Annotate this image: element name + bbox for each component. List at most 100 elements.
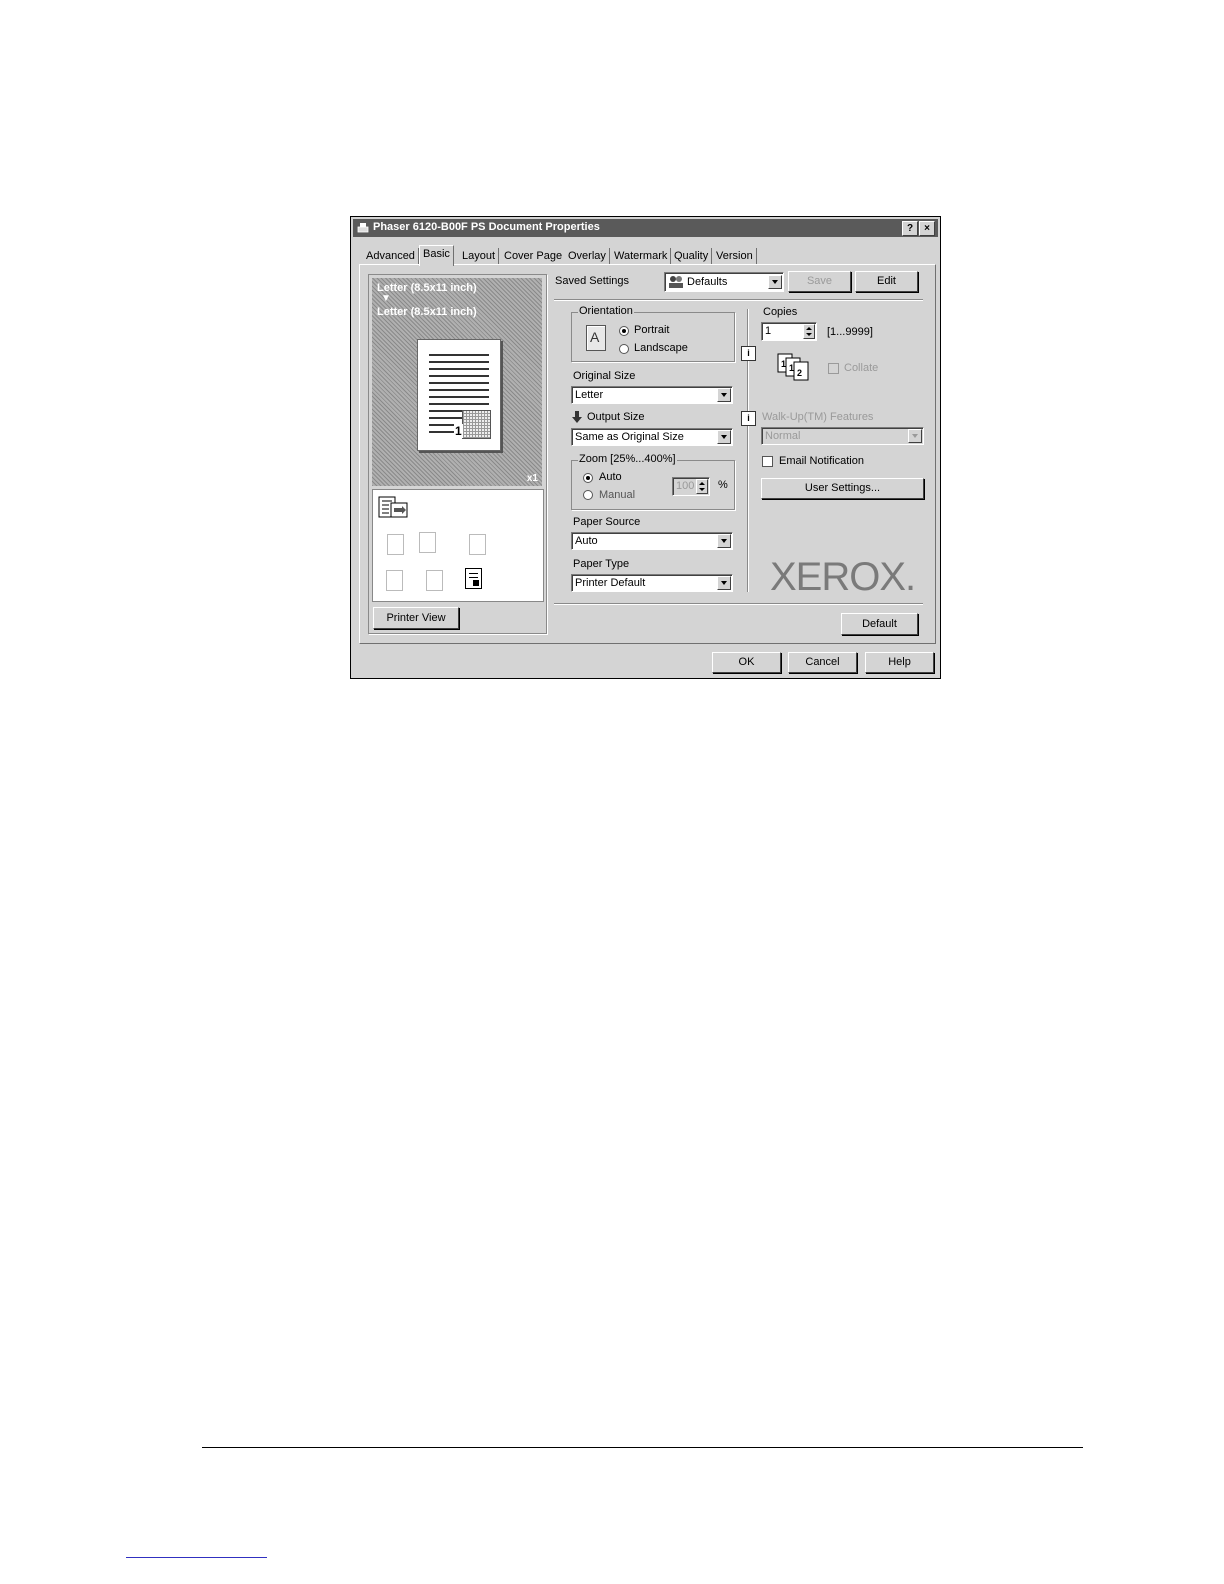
svg-text:1: 1: [781, 359, 786, 369]
chevron-down-icon: [717, 576, 731, 590]
chevron-down-icon: [768, 275, 782, 289]
svg-text:2: 2: [797, 368, 802, 378]
chevron-down-icon: [717, 430, 731, 444]
defaults-icon: [669, 276, 683, 288]
finishing-view-icon-3[interactable]: [465, 568, 482, 589]
original-size-label: Original Size: [573, 370, 636, 382]
zoom-auto-radio[interactable]: [583, 473, 593, 483]
save-button[interactable]: Save: [788, 271, 851, 292]
portrait-page-icon: A: [586, 325, 606, 351]
copies-value: 1: [765, 325, 772, 337]
svg-text:1: 1: [789, 363, 794, 373]
edit-button[interactable]: Edit: [855, 271, 918, 292]
cancel-button[interactable]: Cancel: [788, 652, 857, 673]
collate-icon: 1 1 2: [777, 353, 809, 381]
original-size-value: Letter: [575, 389, 604, 401]
email-notification-checkbox[interactable]: [762, 456, 773, 467]
output-arrow-icon: [572, 411, 582, 423]
bottom-separator: [554, 603, 923, 605]
tab-version[interactable]: Version: [713, 248, 757, 264]
email-notification-label: Email Notification: [779, 455, 864, 467]
document-view-icon[interactable]: [378, 496, 410, 520]
chevron-down-icon: [908, 429, 922, 443]
paper-type-label: Paper Type: [573, 558, 630, 570]
orientation-group: Orientation A Portrait Landscape: [571, 305, 735, 362]
copies-input[interactable]: 1: [761, 322, 817, 341]
saved-settings-select[interactable]: Defaults: [664, 272, 784, 292]
layout-view-icon-3[interactable]: [469, 534, 486, 555]
ok-button[interactable]: OK: [712, 652, 781, 673]
user-settings-button[interactable]: User Settings...: [761, 478, 924, 499]
footer-rule: [202, 1447, 1083, 1448]
original-size-select[interactable]: Letter: [571, 386, 733, 404]
link-underline: [126, 1557, 267, 1558]
layout-view-icon-1[interactable]: [387, 534, 404, 555]
collate-label: Collate: [844, 362, 879, 374]
orientation-legend: Orientation: [578, 305, 634, 317]
paper-type-value: Printer Default: [575, 577, 646, 589]
zoom-group: Zoom [25%...400%] Auto Manual 100 %: [571, 453, 735, 510]
down-arrow-icon: ▼: [381, 293, 391, 304]
portrait-label: Portrait: [634, 324, 670, 336]
paper-source-value: Auto: [575, 535, 598, 547]
paper-type-select[interactable]: Printer Default: [571, 574, 733, 592]
copies-label: Copies: [763, 306, 798, 318]
collate-checkbox[interactable]: [828, 363, 839, 374]
close-title-button[interactable]: ×: [919, 221, 935, 236]
image-placeholder: [462, 410, 491, 439]
window-title: Phaser 6120-B00F PS Document Properties: [373, 221, 600, 233]
top-separator: [554, 299, 923, 301]
output-size-value: Same as Original Size: [575, 431, 684, 443]
title-bar[interactable]: Phaser 6120-B00F PS Document Properties …: [353, 219, 938, 237]
finishing-view-icon-1[interactable]: [386, 570, 403, 591]
zoom-value-input[interactable]: 100: [672, 477, 710, 496]
paper-source-select[interactable]: Auto: [571, 532, 733, 550]
chevron-down-icon: [717, 534, 731, 548]
page-preview: Letter (8.5x11 inch) ▼ Letter (8.5x11 in…: [372, 278, 542, 486]
output-paper-label: Letter (8.5x11 inch): [377, 306, 477, 318]
tab-advanced[interactable]: Advanced: [363, 248, 419, 264]
finishing-view-icon-2[interactable]: [426, 570, 443, 591]
zoom-legend: Zoom [25%...400%]: [578, 453, 677, 465]
tab-quality[interactable]: Quality: [671, 248, 713, 264]
document-properties-dialog: Phaser 6120-B00F PS Document Properties …: [350, 216, 941, 679]
info-icon[interactable]: i: [741, 411, 756, 426]
tab-overlay[interactable]: Overlay: [565, 248, 610, 264]
layout-view-icon-2[interactable]: [419, 532, 436, 553]
copies-range: [1...9999]: [827, 326, 873, 338]
zoom-manual-radio[interactable]: [583, 490, 593, 500]
tab-basic[interactable]: Basic: [419, 245, 454, 266]
output-size-label: Output Size: [587, 411, 645, 423]
walkup-label: Walk-Up(TM) Features: [762, 411, 874, 423]
saved-settings-value: Defaults: [687, 276, 728, 288]
original-paper-label: Letter (8.5x11 inch): [377, 282, 477, 294]
portrait-radio[interactable]: [619, 326, 629, 336]
printer-icon: [357, 223, 369, 233]
tab-cover-page[interactable]: Cover Page: [501, 248, 567, 264]
help-title-button[interactable]: ?: [902, 221, 918, 236]
output-size-select[interactable]: Same as Original Size: [571, 428, 733, 446]
copies-spinner[interactable]: [803, 324, 815, 339]
preview-sheet: 1: [417, 339, 501, 451]
walkup-value: Normal: [765, 430, 801, 442]
tab-layout[interactable]: Layout: [459, 248, 500, 264]
tab-watermark[interactable]: Watermark: [611, 248, 672, 264]
walkup-select[interactable]: Normal: [761, 427, 924, 445]
default-button[interactable]: Default: [841, 613, 918, 635]
page-number: 1: [454, 424, 463, 438]
zoom-spinner[interactable]: [696, 479, 708, 494]
landscape-radio[interactable]: [619, 344, 629, 354]
copies-marker: x1: [526, 473, 538, 484]
landscape-label: Landscape: [634, 342, 688, 354]
saved-settings-label: Saved Settings: [555, 275, 629, 287]
help-button[interactable]: Help: [865, 652, 934, 673]
xerox-logo: XEROX.: [770, 555, 916, 599]
chevron-down-icon: [717, 388, 731, 402]
view-icons-panel: [372, 489, 544, 602]
zoom-manual-label: Manual: [599, 489, 636, 501]
paper-source-label: Paper Source: [573, 516, 641, 528]
zoom-unit: %: [718, 479, 728, 491]
printer-view-button[interactable]: Printer View: [373, 607, 459, 629]
info-icon[interactable]: i: [741, 346, 756, 361]
zoom-auto-label: Auto: [599, 471, 622, 483]
